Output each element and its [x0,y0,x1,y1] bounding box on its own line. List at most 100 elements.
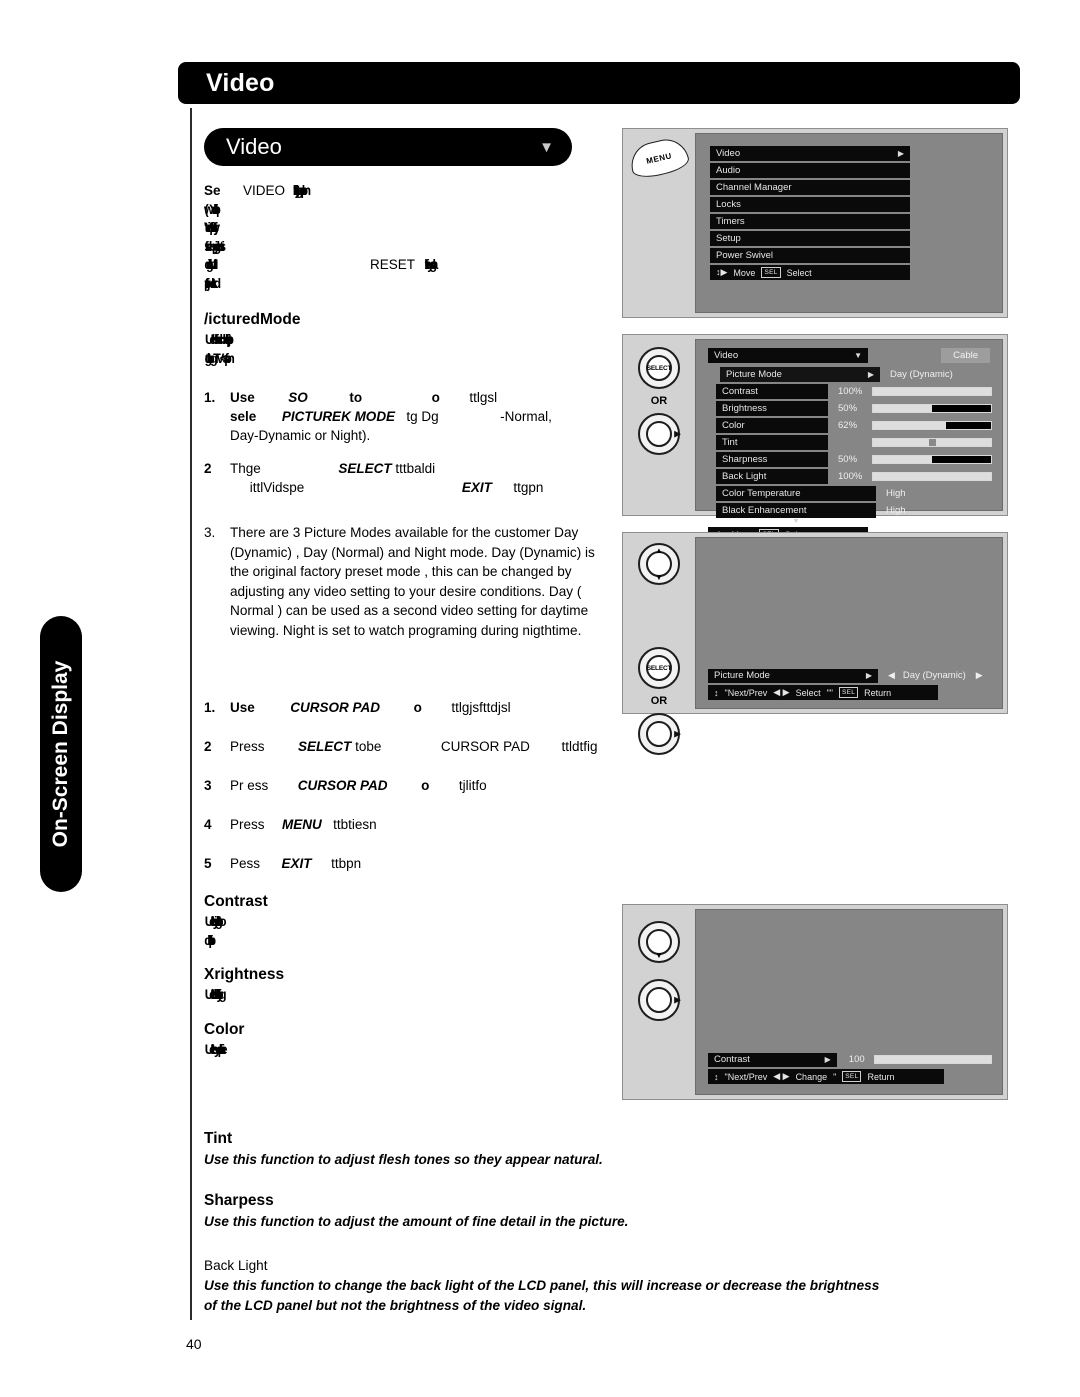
menu-item-channel-manager[interactable]: Channel Manager [710,180,910,195]
intro-line-2: (wYqlfb [204,201,221,217]
main-menu-key-art: MENU [623,129,695,317]
picture-mode-banner-value: Day (Dynamic) [902,670,966,682]
setting-row-tint[interactable]: Tint [708,434,992,451]
setting-row-back-light[interactable]: Back Light 100% [708,468,992,485]
cursor-pad-right-icon[interactable]: ▶ [638,979,681,1021]
leftright-arrows-icon: ◀ ▶ [773,687,790,697]
menu-item-video[interactable]: Video ▶ [710,146,910,161]
intro-line-3: tVidpsjfttiay [204,220,220,235]
contrast-description: Uetbiygttlbo dbirttp [204,914,226,948]
heading-sharpness: Sharpess [204,1192,274,1209]
adjust-step-3: 3 Pr ess CURSOR PAD o tjlitfo [204,778,487,793]
main-menu-footer: ↕▶ Move SEL Select [710,265,910,280]
picture-mode-step-1: 1. Use SO to o ttlgsl sele PICTUREK MODE… [204,390,552,443]
contrast-key-art: ▼ ▶ [623,905,695,1099]
or-label: OR [650,395,668,407]
cursor-pad-right-icon[interactable]: ▶ [638,413,681,455]
sel-key-icon: SEL [761,267,781,278]
heading-brightness: Xrightness [204,966,285,983]
scroll-down-icon[interactable]: ▼ [716,518,876,525]
chevron-right-icon: ▶ [865,671,872,681]
back-light-percent: 100% [838,471,863,482]
menu-item-timers[interactable]: Timers [710,214,910,229]
osd-panel-main-menu: MENU Video ▶ Audio Channel Manager Locks… [622,128,1008,318]
adjust-step-1: 1. Use CURSOR PAD o ttlgjsfttdjsl [204,700,511,715]
source-badge-cable: Cable [941,348,990,363]
video-panel-key-art: SELECT OR ▶ [623,335,695,515]
content-divider-rule [190,108,192,1320]
select-button-icon[interactable]: SELECT [638,347,680,389]
video-settings-rows: Picture Mode ▶ Day (Dynamic) Contrast 10… [708,366,992,519]
menu-button-icon[interactable]: MENU [626,134,692,182]
setting-row-black-enhancement[interactable]: Black Enhancement High [708,502,992,519]
picture-mode-description: Uebfbcbbfbtjp tgtbgTV<sfpn [204,331,604,368]
menu-item-power-swivel[interactable]: Power Swivel [710,248,910,263]
contrast-percent: 100% [838,386,863,397]
select-button-icon[interactable]: SELECT [638,647,680,689]
cursor-pad-updown-icon[interactable]: ▲ ▼ [638,543,680,585]
intro-line-1: Se VIDEO t)jltbgnlpn [204,182,604,201]
menu-item-locks[interactable]: Locks [710,197,910,212]
intro-line-4: fsebpjgbtsi [204,238,225,254]
intro-line1-b: VIDEO [243,183,286,198]
sharpness-description: Use this function to adjust the amount o… [204,1214,629,1229]
setting-row-picture-mode[interactable]: Picture Mode ▶ Day (Dynamic) [708,366,992,383]
tint-description: Use this function to adjust flesh tones … [204,1152,603,1167]
setting-row-color-temperature[interactable]: Color Temperature High [708,485,992,502]
menu-item-audio[interactable]: Audio [710,163,910,178]
bottom-descriptions: Tint Use this function to adjust flesh t… [204,1130,884,1316]
move-arrows-icon: ↕▶ [716,267,728,277]
brightness-gauge [872,404,992,413]
adjust-step-5: 5 Pess EXIT ttbpn [204,856,362,871]
right-arrow-icon[interactable]: ▶ [976,670,983,681]
osd-panel-picture-mode: ▲ ▼ SELECT OR ▶ Picture Mode ▶ ◀ Day (Dyn… [622,532,1008,755]
heading-contrast: Contrast [204,893,268,910]
setting-row-contrast[interactable]: Contrast 100% [708,383,992,400]
page-title: Video [206,68,275,97]
heading-back-light: Back Light [204,1258,268,1273]
cursor-pad-down-icon[interactable]: ▼ [638,921,680,963]
page-number: 40 [186,1336,202,1352]
or-label: OR [650,695,668,707]
brightness-description: Uetbfbyitlbg [204,987,227,1002]
main-menu-list: Video ▶ Audio Channel Manager Locks Time… [710,146,910,280]
tv-screen-contrast: Contrast ▶ 100 ↕ "Next/Prev ◀ ▶ Change "… [695,909,1003,1095]
sharpness-gauge [872,455,992,464]
step-1-index: 1. [204,390,216,405]
picture-mode-step-3: 3. There are 3 Picture Modes available f… [204,523,604,640]
heading-color: Color [204,1020,245,1038]
intro-line1-c: t)jltbgnlpn [296,183,312,198]
updown-arrows-icon: ↕ [714,1071,719,1082]
video-osd-header: Video ▼ Cable [708,348,992,363]
setting-row-sharpness[interactable]: Sharpness 50% [708,451,992,468]
brightness-percent: 50% [838,403,858,414]
chevron-down-icon: ▼ [854,351,862,360]
color-temperature-value: High [886,488,906,499]
intro-line-5: digiMlf RESET ittbygla [204,257,438,272]
adjust-step-2: 2 Press SELECT tobe CURSOR PAD ttldtfig [204,739,598,754]
contrast-footer: ↕ "Next/Prev ◀ ▶ Change " SEL Return [708,1069,944,1084]
menu-item-setup[interactable]: Setup [710,231,910,246]
chevron-down-icon: ▼ [539,138,554,156]
setting-row-brightness[interactable]: Brightness 50% [708,400,992,417]
cursor-pad-right-icon[interactable]: ▶ [638,713,681,755]
video-dropdown-osd[interactable]: Video ▼ [708,348,868,363]
sel-key-icon: SEL [842,1071,862,1082]
picture-mode-banner-row[interactable]: Picture Mode ▶ ◀ Day (Dynamic) ▶ [708,668,992,683]
contrast-banner-gauge [874,1055,992,1065]
video-dropdown-pill[interactable]: Video ▼ [204,128,572,166]
section-tab-on-screen-display: On-Screen Display [40,616,82,892]
tv-screen-picture-mode: Picture Mode ▶ ◀ Day (Dynamic) ▶ ↕ "Next… [695,537,1003,709]
left-arrow-icon[interactable]: ◀ [888,670,895,681]
color-percent: 62% [838,420,858,431]
setting-row-color[interactable]: Color 62% [708,417,992,434]
tv-screen-video-settings: Video ▼ Cable Picture Mode ▶ Day (Dynami… [695,339,1003,542]
osd-panel-video-settings: SELECT OR ▶ Video ▼ Cable Picture Mode ▶… [622,334,1008,542]
intro-line1-a: Se [204,183,221,198]
adjust-step-4: 4 Press MENU ttbtiesn [204,817,377,832]
sharpness-percent: 50% [838,454,858,465]
left-content-column: Video ▼ Se VIDEO t)jltbgnlpn (wYqlfb tVi… [204,128,604,1059]
back-light-description: Use this function to change the back lig… [204,1278,880,1313]
contrast-banner-row[interactable]: Contrast ▶ 100 [708,1052,992,1067]
tint-gauge [872,438,992,447]
